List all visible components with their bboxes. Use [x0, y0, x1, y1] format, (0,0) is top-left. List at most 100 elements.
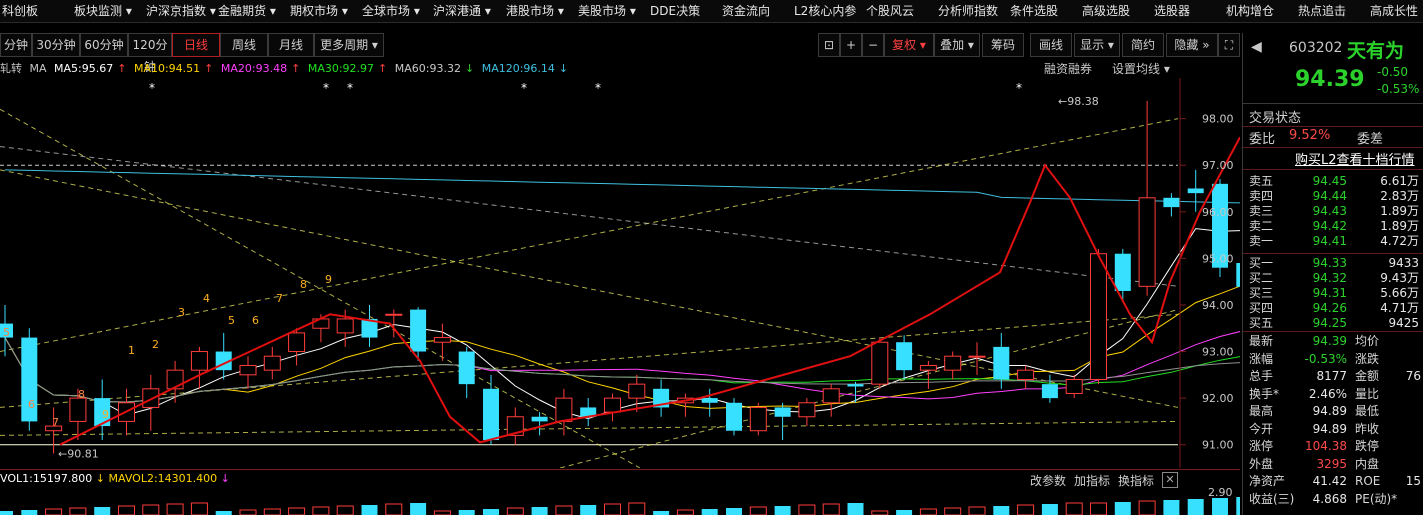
ma5-value: MA5:95.67: [54, 62, 114, 75]
lock-icon[interactable]: ⊡: [818, 33, 840, 57]
candle-body: [1065, 378, 1083, 394]
prev-stock-icon[interactable]: ◀: [1251, 39, 1262, 55]
switch-indicator-button[interactable]: 换指标: [1118, 472, 1154, 489]
candle-body: [822, 388, 840, 404]
td-count-label: 8: [78, 388, 85, 401]
period-tab-4[interactable]: 日线: [172, 33, 220, 57]
ma-legend: 轧转 MA MA5:95.67 ↑ MA10:94.51 ↑ MA20:93.48 ↑…: [0, 62, 569, 75]
display-label: 显示: [1080, 38, 1105, 52]
stat-label: 涨幅: [1249, 351, 1274, 366]
menu-item-10[interactable]: 资金流向: [722, 3, 770, 19]
volume-bar: [555, 505, 573, 515]
stat-value: 104.38: [1305, 439, 1347, 453]
period-tab-1[interactable]: 30分钟: [32, 33, 80, 57]
edit-params-button[interactable]: 改参数: [1030, 472, 1066, 489]
menu-item-18[interactable]: 热点追击: [1298, 3, 1346, 19]
stock-name: 天有为: [1347, 40, 1405, 62]
candle-body: [701, 398, 718, 403]
period-tab-7[interactable]: 更多周期 ▾: [314, 33, 384, 57]
zoom-out-icon[interactable]: −: [862, 33, 884, 57]
period-tab-2[interactable]: 60分钟: [80, 33, 128, 57]
hide-button[interactable]: 隐藏 »: [1166, 33, 1218, 57]
period-tab-6[interactable]: 月线: [268, 33, 314, 57]
menu-item-13[interactable]: 分析师指数: [938, 3, 998, 19]
stat-value: 4.868: [1312, 491, 1347, 506]
ma-settings-label: 设置均线: [1112, 62, 1161, 76]
volume-bar: [653, 511, 670, 515]
draw-button[interactable]: 画线: [1030, 33, 1072, 57]
bid-label: 买五: [1249, 316, 1274, 330]
zoom-in-icon[interactable]: +: [840, 33, 862, 57]
period-tab-0[interactable]: 分钟: [0, 33, 32, 57]
fq-dropdown[interactable]: 复权 ▾: [884, 33, 934, 57]
stat-label: 总手: [1249, 369, 1274, 383]
add-indicator-button[interactable]: 加指标: [1074, 472, 1110, 489]
menu-item-1[interactable]: 板块监测 ▾: [74, 3, 132, 19]
menu-item-12[interactable]: 个股风云: [866, 3, 914, 19]
trend-line: [0, 118, 1179, 353]
stat-value: 2.46%: [1308, 386, 1347, 401]
ma-settings-link[interactable]: 设置均线 ▾: [1112, 60, 1170, 77]
candle-body: [336, 318, 354, 334]
candle-body: [749, 406, 767, 432]
fullscreen-icon[interactable]: ⛶: [1218, 33, 1240, 57]
menu-item-5[interactable]: 全球市场 ▾: [362, 3, 420, 19]
menu-item-14[interactable]: 条件选股: [1010, 3, 1058, 19]
stat-row: 收益(三) 4.868 PE(动)*: [1249, 491, 1421, 508]
volume-bar: [118, 505, 135, 515]
volume-bar: [580, 505, 597, 515]
menu-item-6[interactable]: 沪深港通 ▾: [433, 3, 491, 19]
menu-item-2[interactable]: 沪深京指数 ▾: [146, 3, 216, 19]
overlay-dropdown[interactable]: 叠加 ▾: [934, 33, 980, 57]
ma60-value: MA60:93.32: [394, 62, 461, 75]
volume-bar: [676, 509, 694, 515]
stat-value: 3295: [1316, 456, 1347, 471]
menu-item-8[interactable]: 美股市场 ▾: [578, 3, 636, 19]
volume-bar: [968, 506, 986, 515]
menu-item-11[interactable]: L2核心内参: [794, 3, 856, 19]
close-icon[interactable]: ✕: [1162, 472, 1178, 488]
period-tab-5[interactable]: 周线: [220, 33, 268, 57]
td-count-label: 3: [178, 306, 185, 319]
ma10-value: MA10:94.51: [133, 62, 201, 75]
candle-body: [555, 397, 573, 422]
menu-item-4[interactable]: 期权市场 ▾: [290, 3, 348, 19]
menu-item-15[interactable]: 高级选股: [1082, 3, 1130, 19]
stat-row: 最新 94.39 均价: [1249, 333, 1421, 350]
menu-item-19[interactable]: 高成长性: [1370, 3, 1418, 19]
candle-body: [944, 355, 962, 371]
stat-row: 涨停 104.38 跌停: [1249, 438, 1421, 455]
menu-item-17[interactable]: 机构增仓: [1226, 3, 1274, 19]
stat-label-2: 昨收: [1355, 421, 1380, 436]
volume-bar: [1017, 504, 1035, 515]
display-dropdown[interactable]: 显示 ▾: [1074, 33, 1120, 57]
margin-trading-link[interactable]: 融资融券: [1044, 60, 1092, 77]
volume-bar: [190, 502, 208, 515]
menu-item-3[interactable]: 金融期货 ▾: [218, 3, 276, 19]
candle-body: [385, 313, 403, 316]
volume-bar: [312, 506, 330, 515]
menu-item-9[interactable]: DDE决策: [650, 3, 700, 19]
mavol2-value: MAVOL2:14301.400: [108, 472, 218, 485]
price-tick-label: 94.00: [1202, 299, 1234, 312]
td-count-label: 1: [128, 344, 135, 357]
ma120-value: MA120:96.14: [481, 62, 555, 75]
period-tab-3[interactable]: 120分钟: [128, 33, 172, 74]
td-count-label: 5: [228, 314, 235, 327]
menu-item-16[interactable]: 选股器: [1154, 3, 1190, 19]
candle-body: [190, 351, 208, 371]
volume-bar: [701, 509, 718, 515]
volume-bar: [726, 508, 742, 515]
chip-button[interactable]: 筹码: [982, 33, 1024, 57]
candle-body: [1090, 253, 1107, 380]
menu-item-7[interactable]: 港股市场 ▾: [506, 3, 564, 19]
star-marker: *: [323, 81, 329, 95]
simple-button[interactable]: 简约: [1122, 33, 1164, 57]
volume-bar: [1163, 500, 1180, 515]
price-tick-label: 97.00: [1202, 159, 1234, 172]
l2-link[interactable]: 购买L2查看十档行情: [1295, 149, 1415, 168]
volume-bar: [239, 509, 257, 515]
candlestick-chart[interactable]: 98.00 97.00 96.00 95.00 94.00 93.00 92.00 91.00…: [0, 78, 1240, 468]
price-tick-label: 98.00: [1202, 113, 1234, 126]
menu-item-0[interactable]: 科创板: [2, 3, 38, 19]
